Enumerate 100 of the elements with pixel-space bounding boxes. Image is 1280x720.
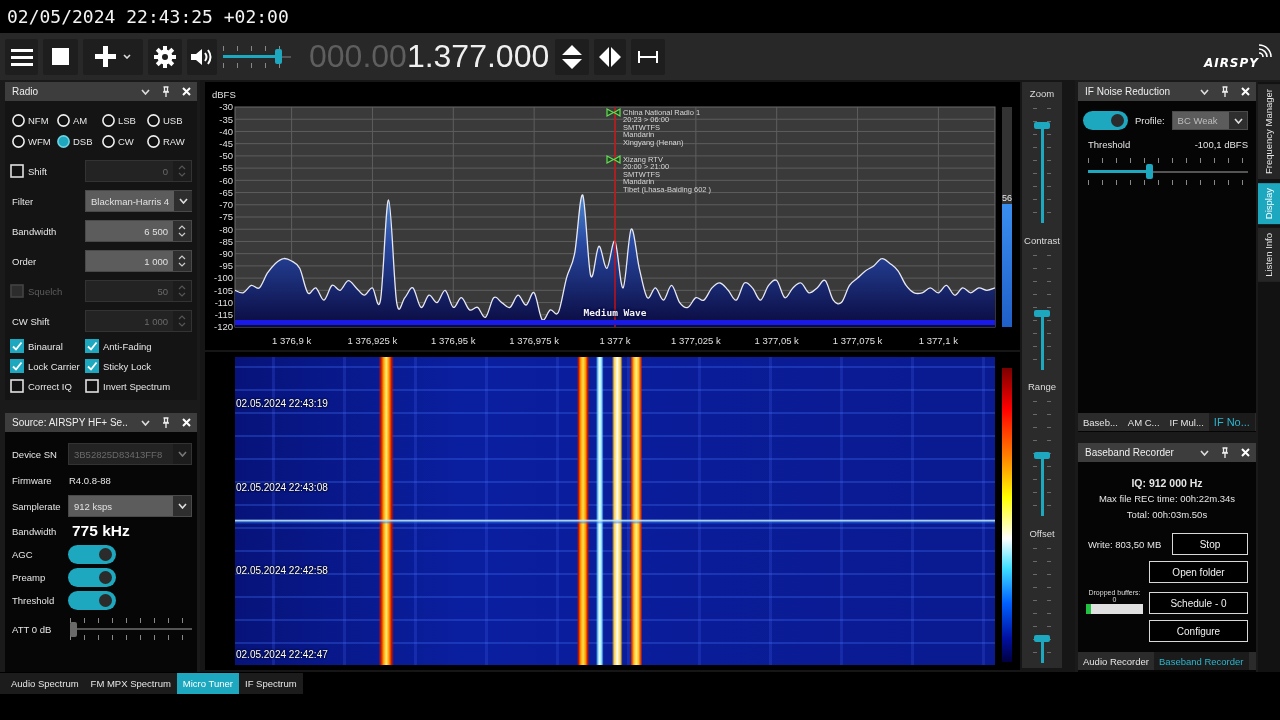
y-tick-label: -120: [214, 321, 233, 333]
checkbox[interactable]: [10, 339, 24, 353]
panel-title: Source: AIRSPY HF+ Se..: [12, 417, 129, 428]
spin-arrows-icon[interactable]: [177, 223, 187, 239]
panel-title: Radio: [12, 86, 40, 97]
panel-tab[interactable]: Audio Recorder: [1078, 652, 1154, 670]
y-tick-label: -40: [219, 125, 233, 137]
side-tab[interactable]: Listen Info: [1258, 228, 1280, 283]
close-icon[interactable]: [1241, 448, 1250, 457]
timestamp-label: 02.05.2024 22:42:58: [236, 564, 328, 578]
number-field[interactable]: 6 500: [85, 220, 192, 242]
checkbox[interactable]: [85, 359, 99, 373]
checkbox-label: Lock Carrier: [28, 360, 80, 372]
checkbox[interactable]: [85, 339, 99, 353]
bottom-tab[interactable]: FM MPX Spectrum: [84, 673, 177, 694]
slider-thumb[interactable]: [70, 621, 77, 637]
speaker-button[interactable]: [187, 38, 217, 75]
field-label: Samplerate: [11, 500, 62, 512]
recorder-button[interactable]: Open folder: [1149, 561, 1248, 583]
bottom-tab[interactable]: IF Spectrum: [239, 673, 303, 694]
panel-tab[interactable]: IF No...: [1208, 413, 1255, 431]
x-tick-label: 1 376,975 k: [509, 335, 559, 346]
recorder-button[interactable]: Stop: [1172, 533, 1248, 555]
frequency-display[interactable]: 1.377.000: [406, 38, 550, 75]
dropdown[interactable]: BC Weak: [1171, 111, 1248, 130]
number-field[interactable]: 1 000: [85, 250, 192, 272]
panel-tab[interactable]: Baseb...: [1078, 413, 1123, 431]
field-label: Threshold: [11, 595, 56, 606]
slider-thumb[interactable]: [274, 49, 282, 64]
plus-icon[interactable]: [95, 46, 116, 67]
menu-icon[interactable]: [10, 47, 33, 66]
recorder-button[interactable]: Schedule - 0: [1149, 592, 1248, 614]
recorder-button[interactable]: Configure: [1149, 620, 1248, 642]
station-marker-icon[interactable]: [606, 107, 621, 118]
spin-arrows-icon[interactable]: [177, 253, 187, 269]
checkbox-label: Invert Spectrum: [103, 380, 171, 392]
panel-tab[interactable]: Baseband Recorder: [1154, 652, 1249, 670]
radio-label: DSB: [73, 135, 93, 147]
toggle-switch[interactable]: [1083, 111, 1128, 130]
checkbox[interactable]: [10, 359, 24, 373]
left-right-arrows-icon[interactable]: [598, 46, 623, 67]
field-label: CW Shift: [12, 315, 50, 327]
x-tick-label: 1 376,95 k: [431, 335, 476, 346]
x-tick-label: 1 377 k: [599, 335, 631, 346]
signal-arcs-icon: [1259, 43, 1273, 57]
settings-button[interactable]: [148, 38, 182, 75]
timestamp-label: 02.05.2024 22:43:08: [236, 480, 328, 494]
slider-thumb[interactable]: [1034, 309, 1050, 317]
timestamp-label: 02.05.2024 22:42:47: [236, 647, 328, 661]
radio-label: LSB: [118, 114, 136, 126]
close-icon[interactable]: [182, 87, 191, 96]
slider-label: Contrast: [1024, 234, 1060, 247]
field-label: Order: [12, 255, 37, 267]
y-tick-label: -110: [214, 296, 233, 308]
slider-thumb[interactable]: [1034, 635, 1050, 642]
slider-thumb[interactable]: [1146, 164, 1154, 179]
radio-label: USB: [163, 114, 183, 126]
close-icon[interactable]: [1241, 87, 1250, 96]
checkbox-label: Binaural: [28, 340, 63, 352]
stop-button[interactable]: [43, 38, 78, 75]
dropdown[interactable]: 912 ksps: [68, 495, 192, 517]
toggle-switch[interactable]: [68, 545, 116, 564]
y-tick-label: -55: [219, 162, 233, 174]
pin-icon[interactable]: [162, 86, 170, 97]
panel-tab[interactable]: IF Mul...: [1164, 413, 1209, 431]
step-button[interactable]: [555, 38, 590, 75]
bottom-tab[interactable]: Audio Spectrum: [5, 673, 85, 694]
station-marker-icon[interactable]: [606, 154, 621, 165]
settings-icon[interactable]: [154, 45, 176, 68]
pin-icon[interactable]: [1221, 447, 1229, 458]
value-text: -100,1 dBFS: [1194, 139, 1248, 151]
slider-thumb[interactable]: [1034, 122, 1050, 130]
up-down-arrows-icon[interactable]: [561, 43, 584, 70]
radio-button[interactable]: [57, 134, 70, 148]
side-tab[interactable]: Frequency Manager: [1258, 84, 1280, 180]
pin-icon[interactable]: [162, 417, 170, 428]
pin-icon[interactable]: [1221, 86, 1229, 97]
span-button[interactable]: [631, 38, 666, 75]
x-tick-label: 1 376,9 k: [272, 335, 312, 346]
panel-tab[interactable]: AM C...: [1122, 413, 1165, 431]
close-icon[interactable]: [182, 418, 191, 427]
speaker-icon[interactable]: [190, 46, 214, 67]
value-text: R4.0.8-88: [68, 474, 111, 486]
toggle-switch[interactable]: [68, 591, 116, 610]
add-button[interactable]: [83, 38, 143, 75]
radio-label: AM: [73, 114, 88, 126]
menu-button[interactable]: [5, 38, 38, 75]
step-button[interactable]: [594, 38, 627, 75]
value-text: 775 kHz: [71, 522, 130, 540]
total-time-text: Total: 00h:03m.50s: [1126, 508, 1208, 522]
dropdown[interactable]: Blackman-Harris 4: [85, 190, 192, 212]
slider-label: Range: [1028, 381, 1056, 393]
y-tick-label: -45: [219, 137, 233, 149]
field-label: Threshold: [1088, 139, 1131, 151]
field-label: Device SN: [11, 448, 58, 460]
checkbox-label: Sticky Lock: [103, 360, 152, 372]
toggle-switch[interactable]: [68, 568, 116, 587]
meter-reading: 56: [1002, 192, 1012, 203]
slider-thumb[interactable]: [1034, 451, 1050, 459]
horizontal-span-icon[interactable]: [638, 49, 659, 64]
